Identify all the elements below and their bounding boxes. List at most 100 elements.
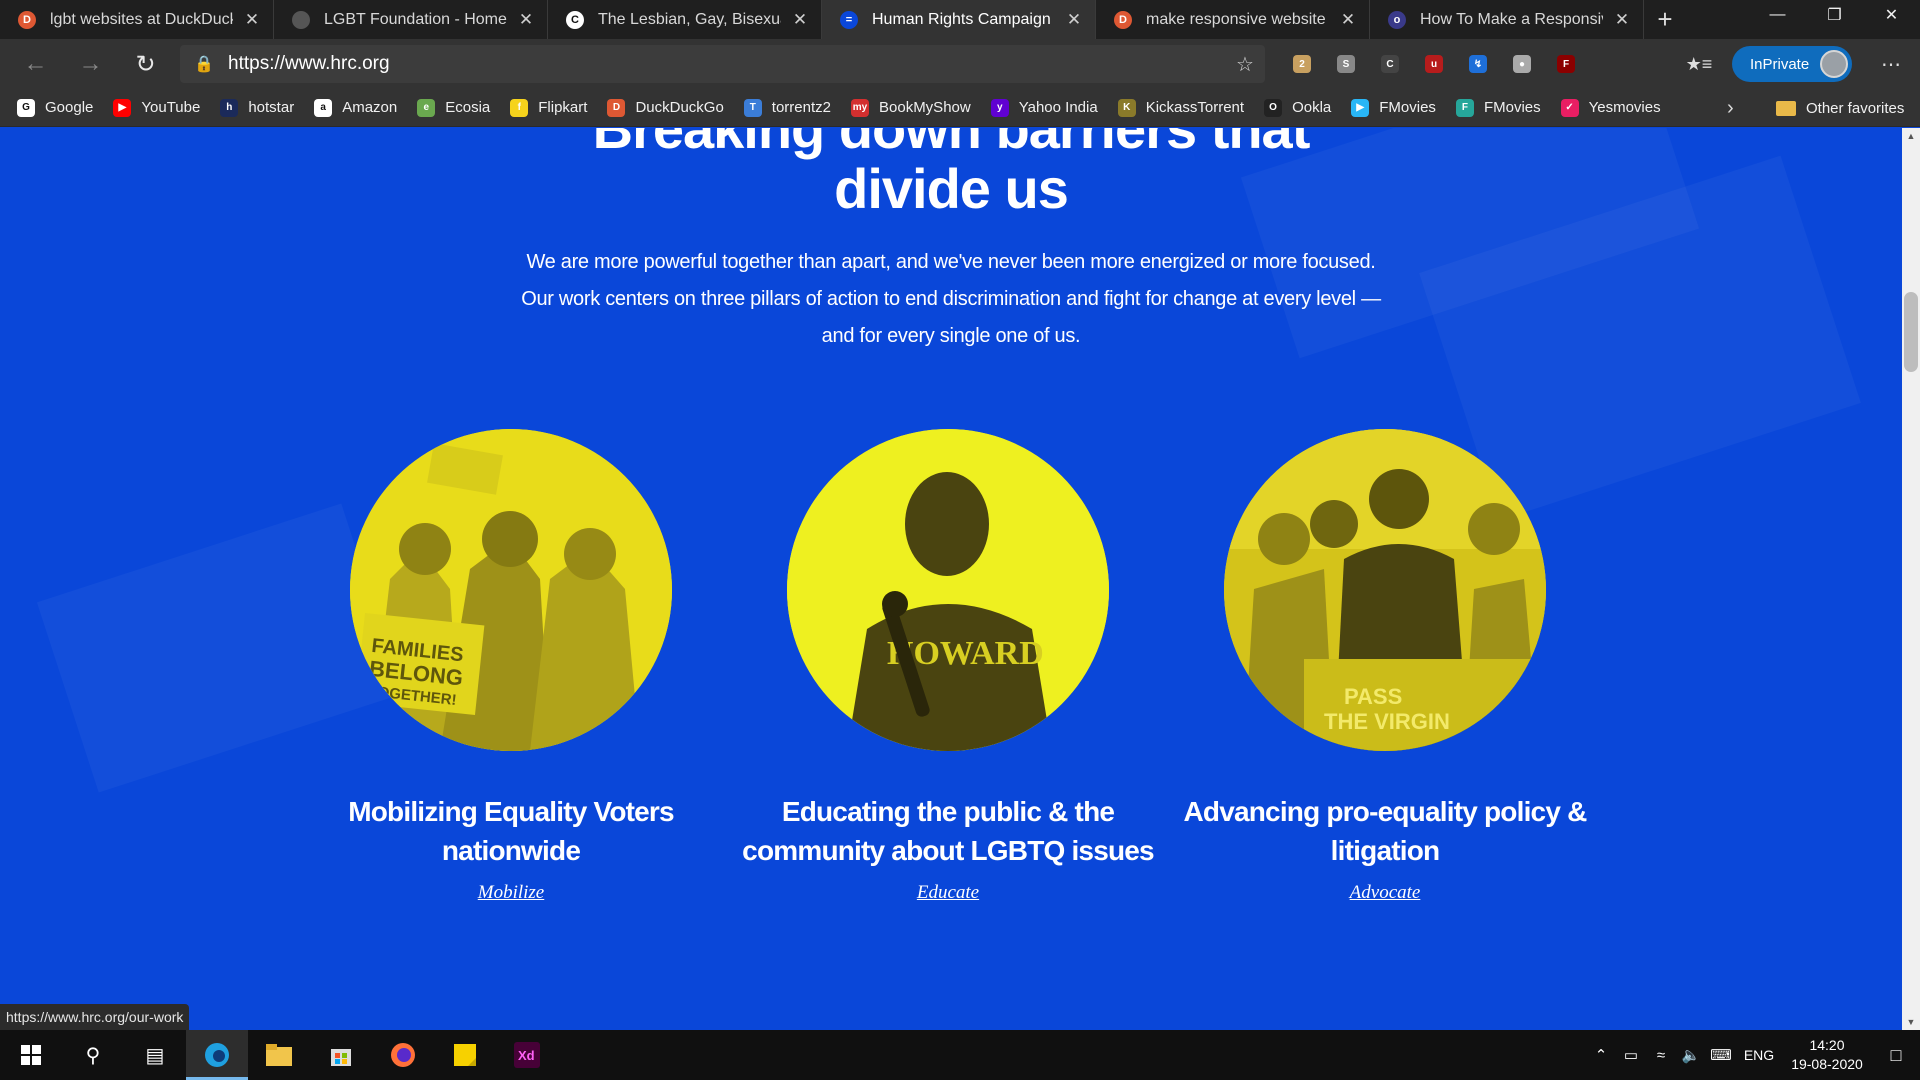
section-lead-text: We are more powerful together than apart… (521, 251, 1381, 347)
browser-tab[interactable]: o How To Make a Responsive W ✕ (1370, 0, 1644, 39)
tab-title: The Lesbian, Gay, Bisexual & (598, 10, 781, 28)
favorite-label: BookMyShow (879, 99, 971, 116)
chevron-up-icon[interactable]: ⌃ (1586, 1046, 1616, 1064)
keyboard-icon[interactable]: ⌨ (1706, 1046, 1736, 1064)
inprivate-button[interactable]: InPrivate (1732, 46, 1852, 82)
tab-favicon-icon: D (18, 10, 36, 29)
advocate-link[interactable]: Advocate (1350, 882, 1421, 904)
tab-favicon-icon: D (1114, 10, 1132, 29)
favorite-label: Flipkart (538, 99, 588, 116)
favorite-item[interactable]: O Ookla (1264, 98, 1332, 117)
search-icon[interactable]: ⚲ (62, 1030, 124, 1080)
favorite-item[interactable]: ▶ YouTube (113, 98, 200, 117)
favorite-item[interactable]: D DuckDuckGo (607, 98, 724, 117)
browser-tab[interactable]: Dlgbt websites at DuckDuckGo ✕ (0, 0, 274, 39)
favorite-item[interactable]: F FMovies (1455, 98, 1541, 117)
svg-text:Xd: Xd (518, 1048, 535, 1063)
page-scrollbar[interactable]: ▲ ▼ (1902, 128, 1920, 1030)
tab-close-icon[interactable]: ✕ (1339, 10, 1357, 30)
favorite-star-icon[interactable]: ☆ (1225, 52, 1265, 77)
tab-close-icon[interactable]: ✕ (791, 10, 809, 30)
scrollbar-thumb[interactable] (1904, 292, 1918, 372)
favorite-favicon-icon: ✓ (1560, 98, 1579, 117)
start-icon[interactable] (0, 1030, 62, 1080)
refresh-button[interactable]: ↻ (118, 39, 173, 89)
tab-title: Human Rights Campaign - H (872, 10, 1055, 28)
tab-close-icon[interactable]: ✕ (1613, 10, 1631, 30)
favorites-list-icon[interactable]: ★≡ (1676, 39, 1722, 89)
ext-2-icon[interactable]: S (1324, 39, 1368, 89)
browser-tab[interactable]: LGBT Foundation - Home ✕ (274, 0, 548, 39)
favorite-label: Google (45, 99, 94, 116)
tab-strip: Dlgbt websites at DuckDuckGo✕LGBT Founda… (0, 0, 1920, 39)
address-bar[interactable]: 🔒 https://www.hrc.org ☆ (180, 45, 1265, 83)
favorite-favicon-icon: D (607, 98, 626, 117)
address-url[interactable]: https://www.hrc.org (228, 53, 1225, 75)
sticky-notes-icon[interactable] (434, 1030, 496, 1080)
favorite-item[interactable]: e Ecosia (417, 98, 491, 117)
back-button[interactable]: ← (8, 39, 63, 89)
ext-1-icon[interactable]: 2 (1280, 39, 1324, 89)
notifications-icon[interactable]: □ (1872, 1045, 1920, 1066)
flash-icon[interactable]: F (1544, 39, 1588, 89)
favorite-item[interactable]: h hotstar (220, 98, 294, 117)
tab-title: How To Make a Responsive W (1420, 10, 1603, 28)
adobe-xd-icon[interactable]: Xd (496, 1030, 558, 1080)
settings-more-icon[interactable]: ⋯ (1866, 39, 1916, 89)
wifi-icon[interactable]: ≈ (1646, 1047, 1676, 1064)
pillar-image-educate: HOWARD (787, 429, 1109, 751)
ext-6-icon[interactable]: ● (1500, 39, 1544, 89)
task-view-icon[interactable]: ▤ (124, 1030, 186, 1080)
language-indicator[interactable]: ENG (1736, 1047, 1782, 1063)
firefox-icon[interactable] (372, 1030, 434, 1080)
browser-tab[interactable]: Dmake responsive website at ✕ (1096, 0, 1370, 39)
inprivate-label: InPrivate (1750, 55, 1810, 73)
battery-icon[interactable]: ▭ (1616, 1046, 1646, 1064)
edge-icon[interactable] (186, 1030, 248, 1080)
close-window-icon[interactable]: ✕ (1863, 0, 1920, 30)
favorite-label: Ecosia (445, 99, 491, 116)
browser-tab[interactable]: C The Lesbian, Gay, Bisexual & ✕ (548, 0, 822, 39)
tab-close-icon[interactable]: ✕ (243, 10, 261, 30)
educate-link[interactable]: Educate (917, 882, 979, 904)
tab-favicon-icon: o (1388, 10, 1406, 29)
restore-icon[interactable]: ❐ (1806, 0, 1863, 30)
scroll-down-icon[interactable]: ▼ (1902, 1014, 1920, 1030)
tab-close-icon[interactable]: ✕ (517, 10, 535, 30)
extension-glyph: ● (1513, 55, 1531, 73)
clock-time: 14:20 (1809, 1037, 1845, 1053)
favorite-item[interactable]: y Yahoo India (990, 98, 1098, 117)
ext-5-icon[interactable]: ↯ (1456, 39, 1500, 89)
store-icon[interactable] (310, 1030, 372, 1080)
volume-icon[interactable]: 🔈 (1676, 1046, 1706, 1064)
ext-3-icon[interactable]: C (1368, 39, 1412, 89)
extension-glyph: u (1425, 55, 1443, 73)
forward-button[interactable]: → (63, 39, 118, 89)
favorite-item[interactable]: G Google (17, 98, 94, 117)
minimize-icon[interactable]: — (1749, 0, 1806, 30)
ublock-icon[interactable]: u (1412, 39, 1456, 89)
favorites-overflow-chevron-icon[interactable]: › (1727, 89, 1734, 127)
favorite-favicon-icon: a (314, 98, 333, 117)
favorite-label: Ookla (1292, 99, 1332, 116)
favorite-label: Yesmovies (1588, 99, 1661, 116)
file-explorer-icon[interactable] (248, 1030, 310, 1080)
new-tab-button[interactable]: + (1644, 0, 1686, 39)
favorite-item[interactable]: ▶ FMovies (1351, 98, 1436, 117)
favorite-item[interactable]: a Amazon (314, 98, 397, 117)
favorite-item[interactable]: f Flipkart (510, 98, 588, 117)
browser-tab[interactable]: = Human Rights Campaign - H ✕ (822, 0, 1096, 39)
mobilize-link[interactable]: Mobilize (478, 882, 545, 904)
favorite-item[interactable]: Ttorrentz2 (743, 98, 831, 117)
pillar-title: Mobilizing Equality Voters nationwide (348, 796, 674, 866)
favorite-favicon-icon: K (1117, 98, 1136, 117)
favorite-item[interactable]: K KickassTorrent (1117, 98, 1244, 117)
lock-icon[interactable]: 🔒 (180, 54, 228, 74)
other-favorites[interactable]: Other favorites (1776, 89, 1904, 127)
tab-close-icon[interactable]: ✕ (1065, 10, 1083, 30)
clock[interactable]: 14:20 19-08-2020 (1782, 1036, 1872, 1074)
favorite-item[interactable]: my BookMyShow (851, 98, 971, 117)
scroll-up-icon[interactable]: ▲ (1902, 128, 1920, 144)
favorite-item[interactable]: ✓ Yesmovies (1560, 98, 1661, 117)
favorite-favicon-icon: ▶ (1351, 98, 1370, 117)
